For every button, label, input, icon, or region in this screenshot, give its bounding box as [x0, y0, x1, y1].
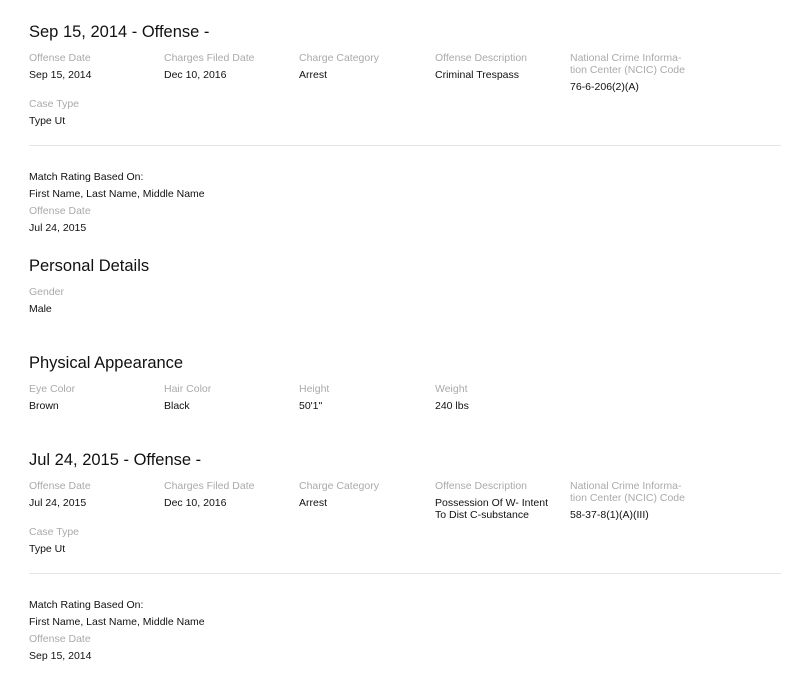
offense-2-ncic-code-value: 58-37-8(1)(A)(III) [570, 509, 649, 521]
gender-value: Male [29, 303, 52, 315]
offense-2-charge-category-value: Arrest [299, 497, 328, 509]
weight-label: Weight [435, 383, 468, 395]
offense-1-divider [29, 145, 781, 146]
offense-1-match-date-value: Jul 24, 2015 [29, 222, 87, 234]
offense-1-ncic-code-value: 76-6-206(2)(A) [570, 81, 639, 93]
height-value: 50'1" [299, 400, 323, 412]
offense-2-charges-filed-value: Dec 10, 2016 [164, 497, 227, 509]
weight-value: 240 lbs [435, 400, 469, 412]
gender-label: Gender [29, 286, 65, 298]
personal-details-title: Personal Details [29, 257, 150, 275]
offense-1-offense-description-label: Offense Description [435, 52, 528, 64]
offense-1-match-date-label: Offense Date [29, 205, 91, 217]
offense-2-charge-category-label: Charge Category [299, 480, 379, 492]
offense-1-match-label: Match Rating Based On: [29, 171, 144, 183]
offense-2-charges-filed-label: Charges Filed Date [164, 480, 255, 492]
offense-1-match-value: First Name, Last Name, Middle Name [29, 188, 205, 200]
offense-2-match-date-label: Offense Date [29, 633, 91, 645]
offense-1-charges-filed-value: Dec 10, 2016 [164, 69, 227, 81]
offense-1-case-type-label: Case Type [29, 98, 80, 110]
hair-color-label: Hair Color [164, 383, 212, 395]
offense-2-ncic-label-line2: tion Center (NCIC) Code [570, 492, 685, 504]
offense-2-case-type-label: Case Type [29, 526, 80, 538]
offense-1-charge-category-value: Arrest [299, 69, 328, 81]
offense-2-match-label: Match Rating Based On: [29, 599, 144, 611]
offense-1-charges-filed-label: Charges Filed Date [164, 52, 255, 64]
offense-2-match-date-value: Sep 15, 2014 [29, 650, 92, 662]
offense-2-offense-description-line2: To Dist C-substance [435, 509, 529, 521]
offense-2-ncic-label-line1: National Crime Informa- [570, 480, 682, 492]
offense-1-charge-category-label: Charge Category [299, 52, 379, 64]
eye-color-label: Eye Color [29, 383, 76, 395]
eye-color-value: Brown [29, 400, 59, 412]
physical-appearance-title: Physical Appearance [29, 354, 184, 372]
offense-2-title: Jul 24, 2015 - Offense - [29, 451, 202, 469]
offense-1-offense-date-value: Sep 15, 2014 [29, 69, 92, 81]
offense-2-case-type-value: Type Ut [29, 543, 66, 555]
offense-2-offense-description-label: Offense Description [435, 480, 528, 492]
offense-1-offense-date-label: Offense Date [29, 52, 91, 64]
offense-1-case-type-value: Type Ut [29, 115, 66, 127]
hair-color-value: Black [164, 400, 190, 412]
offense-2-divider [29, 573, 781, 574]
height-label: Height [299, 383, 330, 395]
offense-1-offense-description-value: Criminal Trespass [435, 69, 520, 81]
offense-2-offense-description-line1: Possession Of W- Intent [435, 497, 549, 509]
offense-1-ncic-label-line1: National Crime Informa- [570, 52, 682, 64]
offense-1-title: Sep 15, 2014 - Offense - [29, 23, 210, 41]
offense-1-ncic-label-line2: tion Center (NCIC) Code [570, 64, 685, 76]
offense-2-offense-date-label: Offense Date [29, 480, 91, 492]
offense-2-offense-date-value: Jul 24, 2015 [29, 497, 87, 509]
offense-2-match-value: First Name, Last Name, Middle Name [29, 616, 205, 628]
